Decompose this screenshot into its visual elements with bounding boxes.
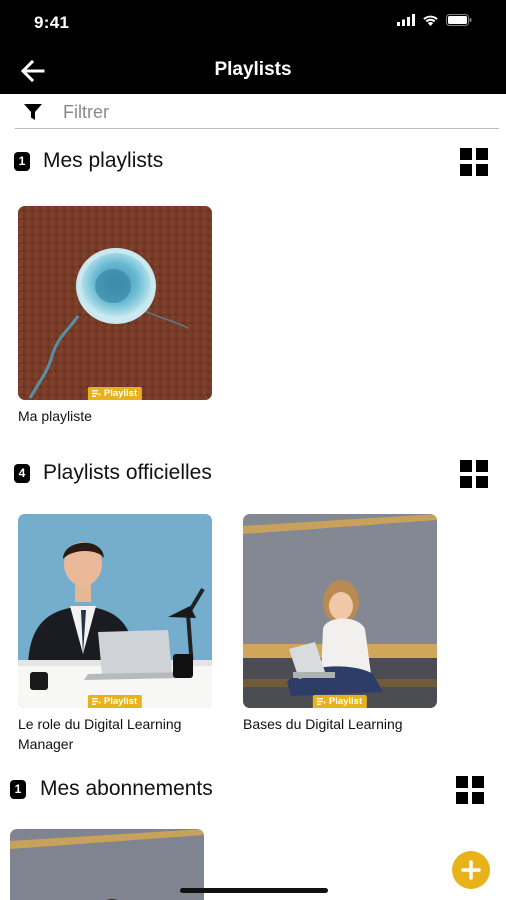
add-button[interactable] [452,851,490,889]
playlist-icon [91,390,101,397]
subscription-thumbnail-image [10,829,204,900]
status-icons [397,14,472,26]
subscription-card[interactable] [10,829,204,900]
page-title: Playlists [214,59,292,80]
playlist-tag: Playlist [312,695,368,708]
playlist-thumbnail: Playlist [18,514,212,708]
card-title: Bases du Digital Learning [243,716,403,732]
card-title: Le role du Digital Learning Manager [18,716,182,752]
section-title: Playlists officielles [43,461,212,484]
top-bar: 9:41 Playlists [0,0,506,94]
grid-view-icon[interactable] [456,774,486,804]
playlist-thumbnail: Playlist [18,206,212,400]
playlist-icon [91,698,101,705]
playlist-icon [316,698,326,705]
playlist-thumbnail: Playlist [243,514,437,708]
filter-bar [15,96,499,129]
playlist-tag: Playlist [87,387,143,400]
grid-view-icon[interactable] [460,146,490,176]
count-badge: 4 [14,464,30,483]
funnel-icon [24,104,42,120]
section-header-mes-abonnements: 1 Mes abonnements [0,774,506,806]
playlist-tag: Playlist [87,695,143,708]
status-time: 9:41 [34,13,70,32]
playlist-card[interactable]: Playlist Bases du Digital Learning [243,514,437,734]
section-header-playlists-officielles: 4 Playlists officielles [0,458,506,490]
section-header-mes-playlists: 1 Mes playlists [0,146,506,178]
signal-icon [397,14,415,26]
aerial-lake-image [18,206,212,400]
plus-icon [461,860,481,880]
playlist-card[interactable]: Playlist Le role du Digital Learning Man… [18,514,212,754]
filter-input[interactable] [63,101,443,123]
battery-icon [446,14,472,26]
section-title: Mes abonnements [40,777,213,800]
grid-view-icon[interactable] [460,458,490,488]
woman-with-laptop-image [243,514,437,708]
playlist-thumbnail [10,829,204,900]
count-badge: 1 [14,152,30,171]
home-indicator [180,888,328,893]
man-at-desk-image [18,514,212,708]
wifi-icon [423,15,438,26]
card-title: Ma playliste [18,408,92,424]
playlist-card[interactable]: Playlist Ma playliste [18,206,212,426]
count-badge: 1 [10,780,26,799]
section-title: Mes playlists [43,149,164,172]
